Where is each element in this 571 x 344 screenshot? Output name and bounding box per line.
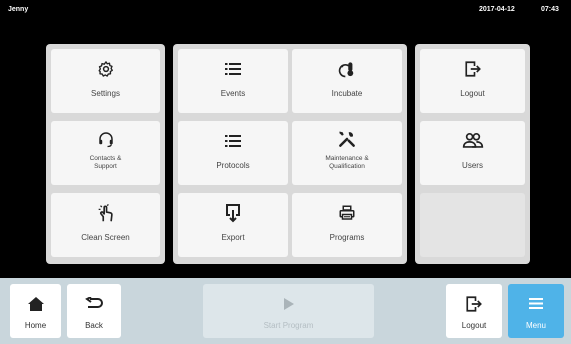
start-program-label: Start Program — [263, 320, 314, 330]
printer-icon — [338, 201, 356, 225]
tile-label: Events — [220, 88, 246, 98]
start-program-button[interactable]: Start Program — [203, 284, 374, 338]
tile-label: Protocols — [216, 160, 250, 170]
menu-label: Menu — [525, 320, 546, 330]
home-label: Home — [24, 320, 47, 330]
panel-operations: Events Incubate Protocols Maintenance & … — [173, 44, 407, 264]
status-time: 07:43 — [541, 6, 559, 13]
panel-general: Settings Contacts & Support Clean Screen — [46, 44, 165, 264]
tools-icon — [337, 127, 357, 151]
tile-users[interactable]: Users — [420, 121, 525, 185]
gear-icon — [97, 57, 115, 81]
main-menu-area: Settings Contacts & Support Clean Screen… — [4, 20, 567, 278]
tile-label: Users — [462, 160, 483, 170]
export-icon — [225, 201, 241, 225]
tile-maintenance-qualification[interactable]: Maintenance & Qualification — [292, 121, 402, 185]
tile-empty — [420, 193, 525, 257]
tile-label: Clean Screen — [81, 232, 130, 242]
menu-icon — [529, 293, 543, 315]
menu-button[interactable]: Menu — [508, 284, 564, 338]
home-button[interactable]: Home — [10, 284, 61, 338]
tile-logout[interactable]: Logout — [420, 49, 525, 113]
tile-contacts-support[interactable]: Contacts & Support — [51, 121, 160, 185]
thermometer-icon — [337, 57, 357, 81]
touch-hand-icon — [95, 201, 117, 225]
logout-button[interactable]: Logout — [446, 284, 502, 338]
list-icon — [225, 129, 241, 153]
back-label: Back — [85, 320, 103, 330]
logout-label: Logout — [461, 320, 487, 330]
tile-programs[interactable]: Programs — [292, 193, 402, 257]
tile-label: Logout — [460, 88, 485, 98]
back-arrow-icon — [85, 293, 103, 315]
list-icon — [225, 57, 241, 81]
status-date: 2017-04-12 — [479, 6, 515, 13]
headset-icon — [97, 127, 115, 151]
tile-export[interactable]: Export — [178, 193, 288, 257]
tile-label: Incubate — [331, 88, 363, 98]
users-icon — [462, 129, 484, 153]
tile-label: Programs — [329, 232, 365, 242]
tile-incubate[interactable]: Incubate — [292, 49, 402, 113]
play-icon — [283, 293, 294, 315]
tile-label: Settings — [91, 88, 120, 98]
panel-user: Logout Users — [415, 44, 530, 264]
back-button[interactable]: Back — [67, 284, 121, 338]
tile-settings[interactable]: Settings — [51, 49, 160, 113]
status-bar: Jenny 2017-04-12 07:43 — [0, 0, 571, 20]
tile-label: Maintenance & Qualification — [325, 155, 369, 170]
tile-protocols[interactable]: Protocols — [178, 121, 288, 185]
tile-clean-screen[interactable]: Clean Screen — [51, 193, 160, 257]
tile-label: Export — [221, 232, 245, 242]
logout-icon — [464, 57, 482, 81]
home-icon — [27, 293, 44, 315]
current-user: Jenny — [8, 6, 29, 13]
tile-events[interactable]: Events — [178, 49, 288, 113]
bottom-bar: Home Back Start Program Logout Menu — [0, 278, 571, 344]
tile-label: Contacts & Support — [89, 155, 122, 170]
logout-icon — [465, 293, 483, 315]
